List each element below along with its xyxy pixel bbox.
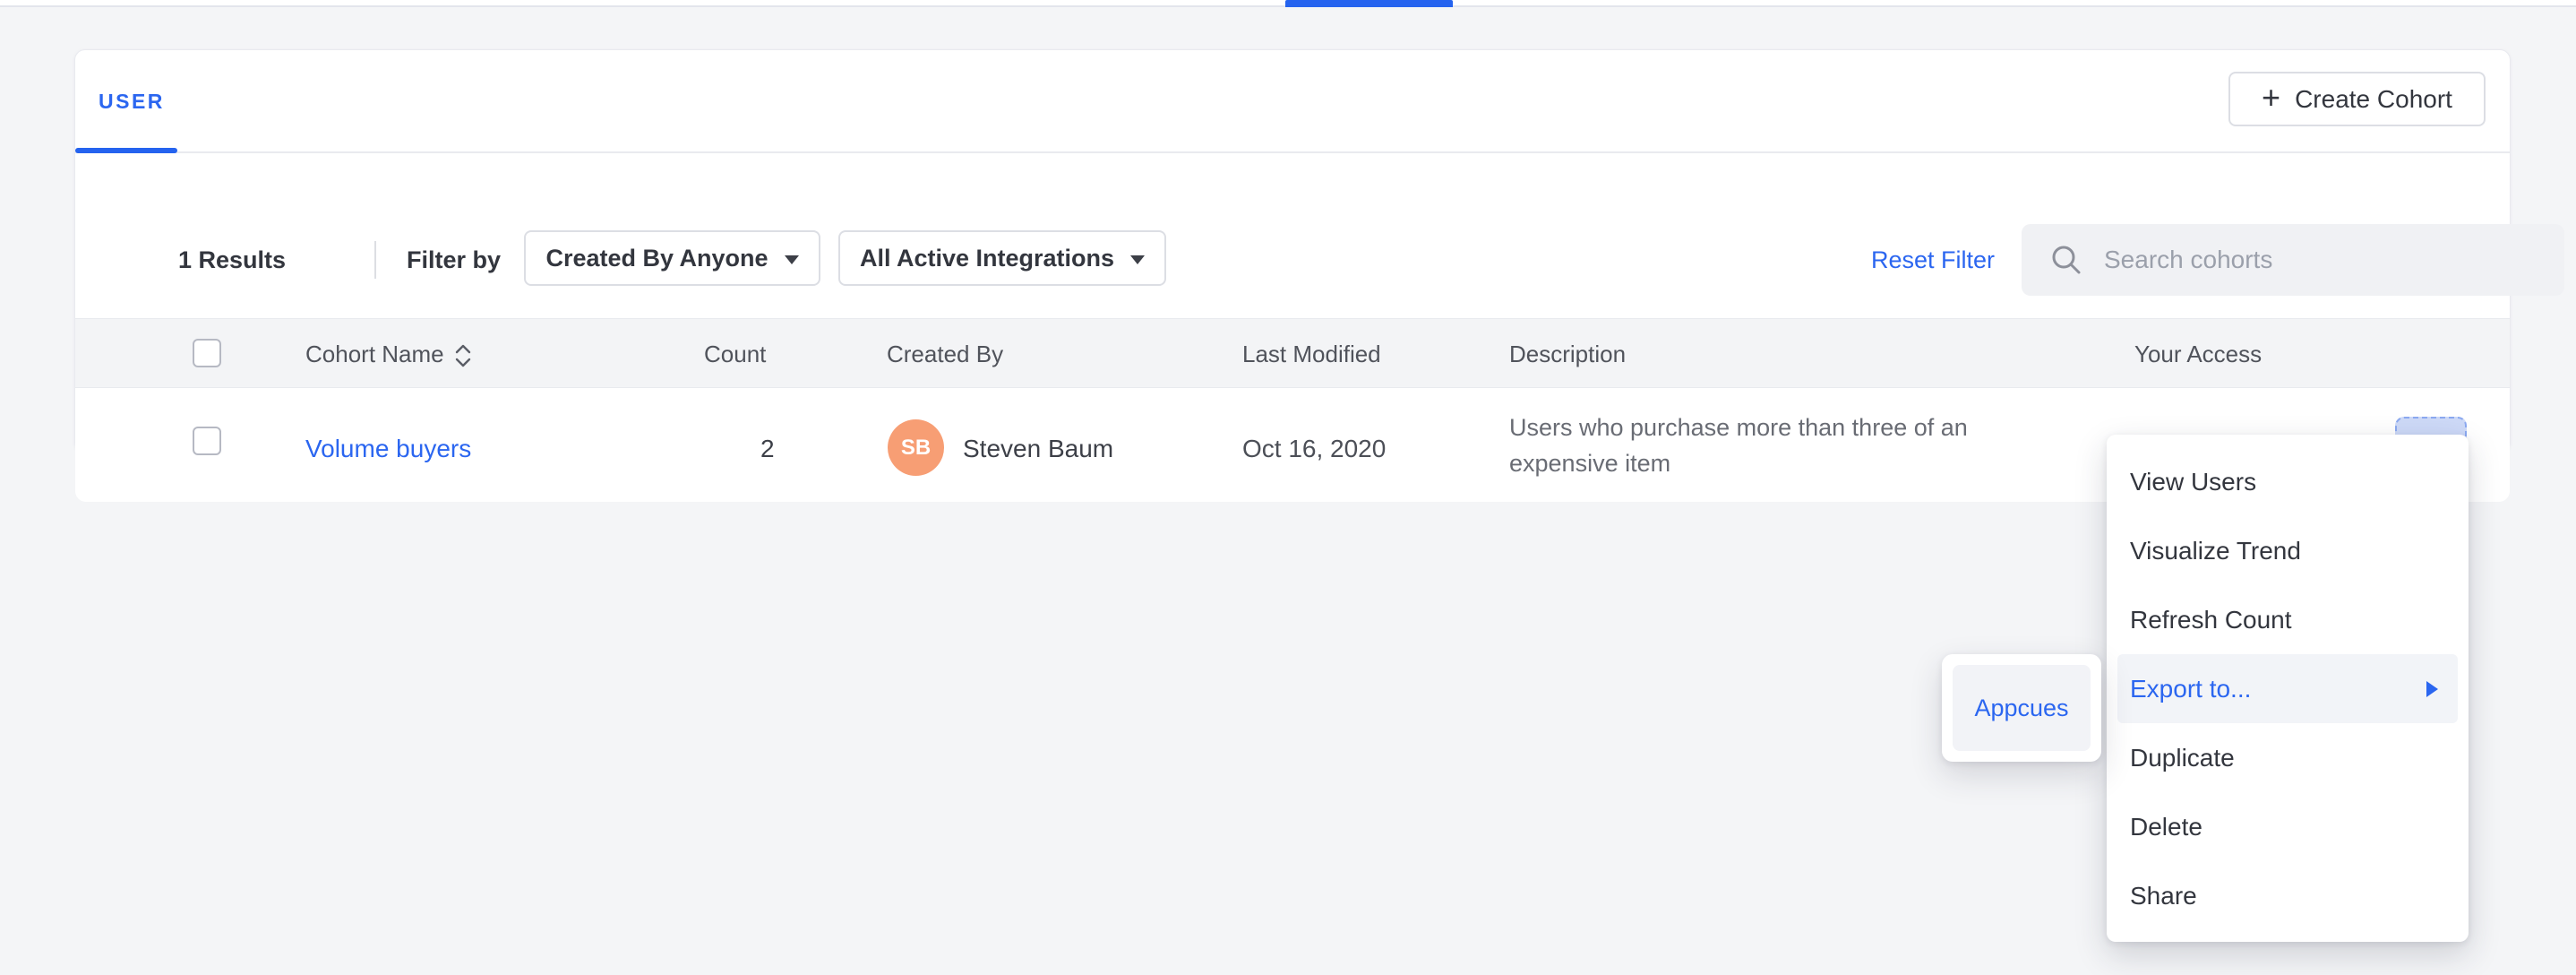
cohort-count: 2 bbox=[760, 435, 775, 463]
menu-item-export-to[interactable]: Export to... bbox=[2117, 654, 2458, 723]
menu-item-share[interactable]: Share bbox=[2107, 861, 2469, 930]
column-header-count: Count bbox=[704, 341, 766, 368]
menu-item-duplicate[interactable]: Duplicate bbox=[2107, 723, 2469, 792]
panel-header: USER + Create Cohort bbox=[75, 50, 2510, 153]
create-cohort-label: Create Cohort bbox=[2295, 85, 2452, 114]
submenu-item-appcues[interactable]: Appcues bbox=[1953, 665, 2091, 751]
tab-user-underline bbox=[75, 148, 177, 153]
sort-icon[interactable] bbox=[453, 343, 473, 368]
create-cohort-button[interactable]: + Create Cohort bbox=[2228, 72, 2486, 126]
chevron-down-icon bbox=[785, 255, 799, 264]
filter-toolbar: 1 Results Filter by Created By Anyone Al… bbox=[75, 155, 2510, 318]
submenu-arrow-icon bbox=[2426, 681, 2438, 697]
search-cohorts-input[interactable] bbox=[2104, 246, 2534, 274]
cohorts-screen: USER + Create Cohort 1 Results Filter by… bbox=[0, 0, 2576, 975]
column-header-description: Description bbox=[1509, 341, 1626, 368]
toolbar-divider bbox=[374, 241, 376, 279]
menu-item-export-to-label: Export to... bbox=[2130, 675, 2251, 703]
menu-item-delete[interactable]: Delete bbox=[2107, 792, 2469, 861]
cohort-description: Users who purchase more than three of an… bbox=[1509, 410, 2011, 481]
chevron-down-icon bbox=[1130, 255, 1145, 264]
integrations-filter-label: All Active Integrations bbox=[860, 245, 1114, 272]
column-header-cohort-name[interactable]: Cohort Name bbox=[305, 341, 473, 368]
created-by-filter-dropdown[interactable]: Created By Anyone bbox=[524, 230, 820, 286]
plus-icon: + bbox=[2262, 82, 2280, 114]
created-by-filter-label: Created By Anyone bbox=[545, 245, 768, 272]
search-icon bbox=[2048, 242, 2084, 278]
column-header-created-by: Created By bbox=[887, 341, 1003, 368]
table-header: Cohort Name Count Created By Last Modifi… bbox=[75, 318, 2510, 388]
menu-item-refresh-count[interactable]: Refresh Count bbox=[2107, 585, 2469, 654]
integrations-filter-dropdown[interactable]: All Active Integrations bbox=[838, 230, 1166, 286]
column-header-last-modified: Last Modified bbox=[1242, 341, 1381, 368]
row-checkbox[interactable] bbox=[193, 427, 221, 455]
column-header-your-access: Your Access bbox=[2134, 341, 2262, 368]
search-cohorts-box[interactable] bbox=[2022, 224, 2564, 296]
select-all-checkbox[interactable] bbox=[193, 339, 221, 367]
top-bar bbox=[0, 0, 2576, 7]
cohort-name-link[interactable]: Volume buyers bbox=[305, 435, 471, 463]
cohorts-panel: USER + Create Cohort 1 Results Filter by… bbox=[74, 49, 2511, 453]
last-modified-date: Oct 16, 2020 bbox=[1242, 435, 1386, 463]
active-tab-indicator[interactable] bbox=[1285, 0, 1453, 7]
reset-filter-link[interactable]: Reset Filter bbox=[1871, 246, 1995, 274]
avatar: SB bbox=[888, 419, 944, 476]
results-count: 1 Results bbox=[178, 246, 286, 274]
filter-by-label: Filter by bbox=[407, 246, 501, 274]
creator-name: Steven Baum bbox=[963, 435, 1113, 463]
menu-item-view-users[interactable]: View Users bbox=[2107, 447, 2469, 516]
export-submenu: Appcues bbox=[1942, 654, 2101, 762]
tab-user-label: USER bbox=[99, 90, 165, 114]
menu-item-visualize-trend[interactable]: Visualize Trend bbox=[2107, 516, 2469, 585]
row-actions-menu: View Users Visualize Trend Refresh Count… bbox=[2107, 435, 2469, 942]
